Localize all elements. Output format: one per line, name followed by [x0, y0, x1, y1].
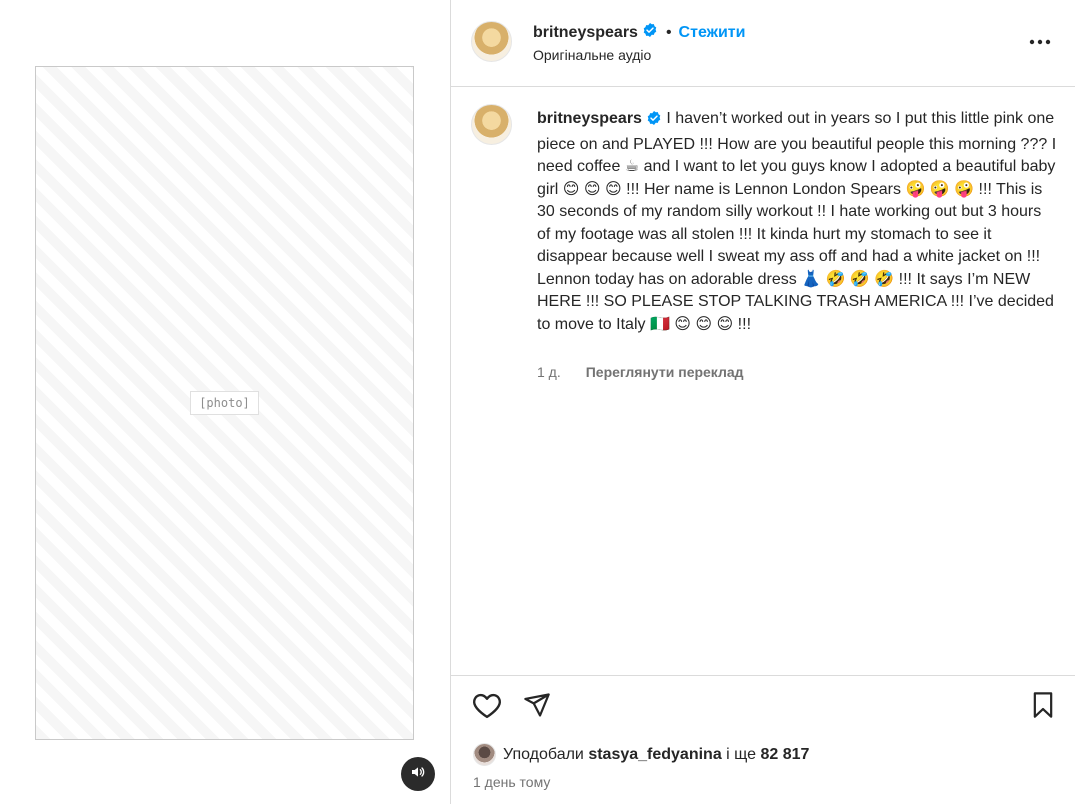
author-username[interactable]: britneyspears — [533, 24, 638, 42]
caption-age: 1 д. — [537, 364, 561, 380]
post-detail-pane: britneyspears • Стежити Оригінальне ауді… — [451, 0, 1075, 804]
follow-button[interactable]: Стежити — [679, 24, 746, 42]
likes-count[interactable]: 82 817 — [761, 746, 810, 764]
see-translation-link[interactable]: Переглянути переклад — [586, 364, 744, 380]
more-dots-icon — [1029, 32, 1051, 50]
liker-username[interactable]: stasya_fedyanina — [588, 746, 721, 764]
likes-summary[interactable]: Уподобали stasya_fedyanina і ще 82 817 — [473, 743, 809, 766]
actions-divider — [451, 675, 1075, 676]
separator-dot: • — [665, 23, 672, 41]
send-icon — [523, 691, 551, 724]
bookmark-icon — [1030, 691, 1056, 724]
media-pane: [photo] — [0, 0, 451, 804]
mute-button[interactable] — [401, 757, 435, 791]
verified-badge-icon — [642, 22, 658, 43]
verified-badge-icon — [646, 110, 662, 134]
photo-label: [photo] — [190, 391, 259, 415]
author-avatar[interactable] — [471, 21, 512, 62]
more-options-button[interactable] — [1025, 31, 1055, 51]
post-timestamp[interactable]: 1 день тому — [473, 774, 550, 790]
save-button[interactable] — [1027, 691, 1059, 723]
share-button[interactable] — [521, 691, 553, 723]
like-button[interactable] — [471, 691, 503, 723]
audio-label[interactable]: Оригінальне аудіо — [533, 47, 651, 63]
liker-avatar — [473, 743, 496, 766]
author-row: britneyspears • Стежити — [533, 22, 745, 43]
likes-suffix: і ще — [726, 745, 757, 763]
caption-text: britneyspears I haven’t worked out in ye… — [537, 108, 1057, 336]
caption-body: I haven’t worked out in years so I put t… — [537, 110, 1057, 333]
caption-avatar[interactable] — [471, 104, 512, 145]
speaker-icon — [410, 764, 426, 785]
post-header: britneyspears • Стежити Оригінальне ауді… — [451, 0, 1075, 87]
post-photo[interactable]: [photo] — [35, 66, 414, 740]
likes-prefix: Уподобали — [503, 745, 584, 763]
heart-icon — [472, 691, 502, 724]
caption-username[interactable]: britneyspears — [537, 110, 642, 127]
caption-meta: 1 д. Переглянути переклад — [537, 364, 744, 380]
